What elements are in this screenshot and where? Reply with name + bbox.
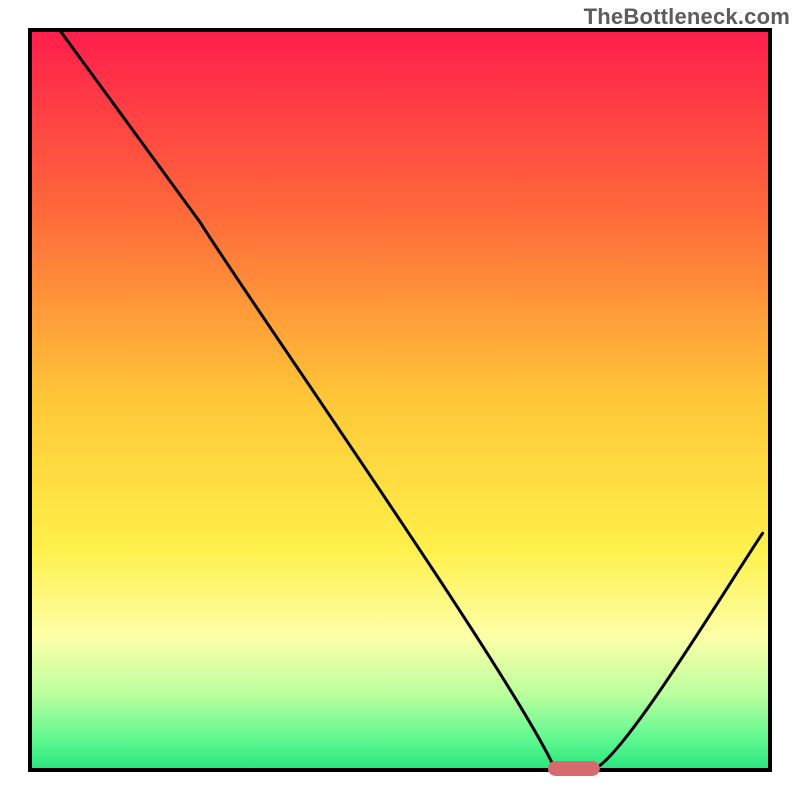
watermark-text: TheBottleneck.com xyxy=(584,4,790,30)
optimal-point-marker xyxy=(548,761,600,776)
chart-container: TheBottleneck.com xyxy=(0,0,800,800)
bottleneck-chart xyxy=(0,0,800,800)
